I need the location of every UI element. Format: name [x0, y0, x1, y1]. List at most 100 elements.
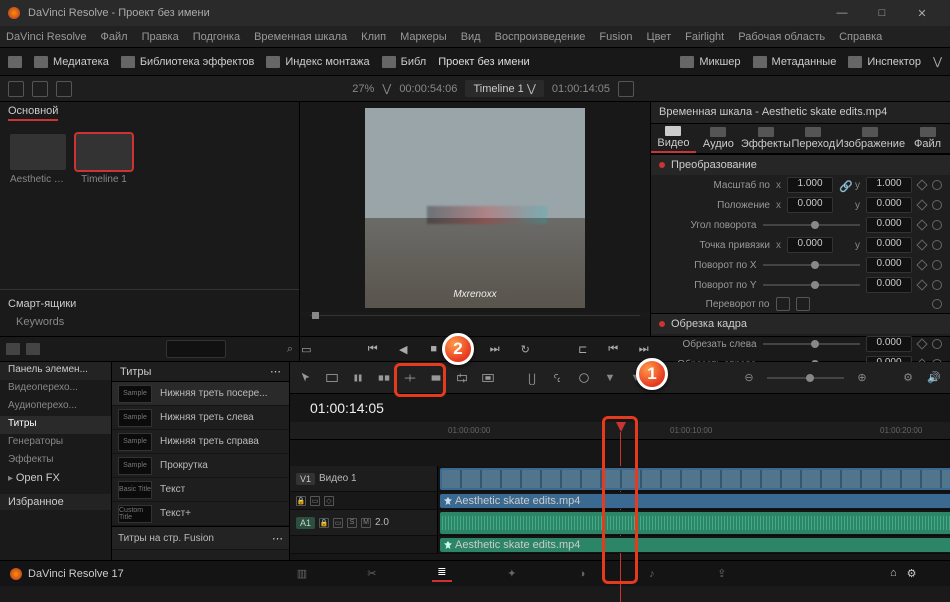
fusion-titles-header[interactable]: Титры на стр. Fusion⋯ [112, 526, 289, 550]
video-clip-label-strip[interactable]: Aesthetic skate edits.mp4 [440, 494, 950, 508]
transform-section-header[interactable]: Преобразование [651, 154, 950, 175]
next-clip-button[interactable]: ⏭ [637, 342, 650, 356]
maximize-button[interactable]: □ [862, 0, 902, 26]
flip-h-button[interactable] [776, 297, 790, 311]
menu-davinciresolve[interactable]: DaVinci Resolve [6, 31, 87, 43]
anchor-x-field[interactable]: 0.000 [787, 237, 833, 253]
link-icon[interactable]: 🔗 [839, 180, 849, 190]
fusion-page-icon[interactable]: ✦ [502, 566, 522, 582]
fxrow-titles[interactable]: Титры [0, 416, 111, 434]
menu-playback[interactable]: Воспроизведение [495, 31, 586, 43]
mute-button[interactable]: M [361, 518, 371, 528]
clip-thumbnail[interactable]: Aesthetic s... [10, 134, 66, 185]
rotation-field[interactable]: 0.000 [866, 217, 912, 233]
viewer-options-icon[interactable] [618, 81, 634, 97]
lock-track-icon[interactable]: 🔒 [319, 518, 329, 528]
match-frame-button[interactable]: ⊏ [576, 342, 589, 356]
zoom-in-icon[interactable]: ⊕ [854, 370, 870, 386]
reset-icon[interactable] [932, 280, 942, 290]
fxrow-effects[interactable]: Эффекты [0, 452, 111, 470]
crop-icon[interactable]: ▭ [300, 342, 313, 356]
position-y-field[interactable]: 0.000 [866, 197, 912, 213]
fxrow-generators[interactable]: Генераторы [0, 434, 111, 452]
fxrow-openfx[interactable]: ▸ Open FX [0, 470, 111, 488]
yaw-slider[interactable] [763, 284, 861, 286]
play-reverse-button[interactable]: ◀ [397, 342, 410, 356]
fxrow-audio-transitions[interactable]: Аудиоперехо... [0, 398, 111, 416]
media-pool-button[interactable]: Медиатека [34, 56, 109, 68]
menu-workspace[interactable]: Рабочая область [738, 31, 825, 43]
media-search-icon[interactable] [56, 81, 72, 97]
reset-icon[interactable] [932, 180, 942, 190]
linked-selection-icon[interactable] [550, 370, 566, 386]
flip-v-button[interactable] [796, 297, 810, 311]
replace-clip-icon[interactable] [454, 370, 470, 386]
timeline-dropdown[interactable]: Timeline 1 ⋁ [465, 80, 543, 97]
scrubber-handle[interactable] [312, 312, 319, 319]
media-page-icon[interactable]: ▥ [292, 566, 312, 582]
position-lock-icon[interactable] [576, 370, 592, 386]
pitch-field[interactable]: 0.000 [866, 257, 912, 273]
deliver-page-icon[interactable]: ⇪ [712, 566, 732, 582]
zoom-out-icon[interactable]: ⊖ [741, 370, 757, 386]
title-item[interactable]: SampleПрокрутка [112, 454, 289, 478]
project-settings-icon[interactable]: ⚙ [907, 567, 917, 580]
menu-view[interactable]: Вид [461, 31, 481, 43]
first-frame-button[interactable]: ⏮ [366, 342, 379, 356]
toolbox-header[interactable]: Панель элемен... [0, 362, 111, 380]
fit-to-fill-icon[interactable] [480, 370, 496, 386]
title-item[interactable]: SampleНижняя треть слева [112, 406, 289, 430]
crop-left-slider[interactable] [763, 343, 861, 345]
audio-clip-label-strip[interactable]: Aesthetic skate edits.mp4 [440, 538, 950, 552]
favorites-header[interactable]: Избранное [0, 494, 111, 510]
auto-select-icon[interactable]: ▭ [333, 518, 343, 528]
menu-edit[interactable]: Правка [142, 31, 179, 43]
title-item[interactable]: Basic TitleТекст [112, 478, 289, 502]
toggle-fullscreen-button[interactable] [8, 56, 22, 68]
menu-color[interactable]: Цвет [646, 31, 671, 43]
menu-timeline[interactable]: Временная шкала [254, 31, 347, 43]
inspector-tab-video[interactable]: Видео [651, 124, 696, 153]
crop-section-header[interactable]: Обрезка кадра [651, 313, 950, 334]
auto-select-icon[interactable]: ▭ [310, 496, 320, 506]
disable-track-icon[interactable]: ◇ [324, 496, 334, 506]
reset-icon[interactable] [932, 299, 942, 309]
last-frame-button[interactable]: ⏭ [488, 342, 501, 356]
menu-markers[interactable]: Маркеры [400, 31, 447, 43]
minimize-button[interactable]: — [822, 0, 862, 26]
keyframe-icon[interactable] [916, 219, 927, 230]
menu-fairlight[interactable]: Fairlight [685, 31, 724, 43]
keyframe-icon[interactable] [916, 199, 927, 210]
fxrow-video-transitions[interactable]: Видеоперехо... [0, 380, 111, 398]
viewer-zoom[interactable]: 27% [352, 83, 374, 95]
project-manager-icon[interactable]: ⌂ [890, 567, 897, 580]
reset-icon[interactable] [932, 220, 942, 230]
keyframe-icon[interactable] [916, 239, 927, 250]
keyframe-icon[interactable] [916, 179, 927, 190]
audio-clip[interactable] [440, 512, 950, 534]
keyframe-icon[interactable] [916, 259, 927, 270]
sound-library-button[interactable]: Библ [382, 56, 427, 68]
list-view-icon[interactable] [32, 81, 48, 97]
fx-library-view-icon[interactable] [6, 343, 20, 355]
dynamic-trim-icon[interactable] [350, 370, 366, 386]
loop-button[interactable]: ↻ [519, 342, 532, 356]
menu-clip[interactable]: Клип [361, 31, 386, 43]
timeline-ruler[interactable]: 01:00:00:00 01:00:10:00 01:00:20:00 [290, 422, 950, 440]
timeline-timecode-display[interactable]: 01:00:14:05 [302, 400, 938, 416]
menu-file[interactable]: Файл [101, 31, 128, 43]
color-page-icon[interactable]: ◑ [572, 566, 592, 582]
position-x-field[interactable]: 0.000 [787, 197, 833, 213]
close-button[interactable]: ✕ [902, 0, 942, 26]
bin-tab-main[interactable]: Основной [8, 105, 58, 121]
menu-trim[interactable]: Подгонка [193, 31, 240, 43]
blade-tool-icon[interactable] [376, 370, 392, 386]
prev-clip-button[interactable]: ⏮ [607, 342, 620, 356]
title-item[interactable]: Custom TitleТекст+ [112, 502, 289, 526]
scale-y-field[interactable]: 1.000 [866, 177, 912, 193]
video-track-tag[interactable]: V1 [296, 473, 315, 485]
solo-button[interactable]: S [347, 518, 357, 528]
metadata-button[interactable]: Метаданные [753, 56, 837, 68]
mixer-button[interactable]: Микшер [680, 56, 740, 68]
viewer-monitor[interactable]: Mxrenoxx [365, 108, 585, 308]
